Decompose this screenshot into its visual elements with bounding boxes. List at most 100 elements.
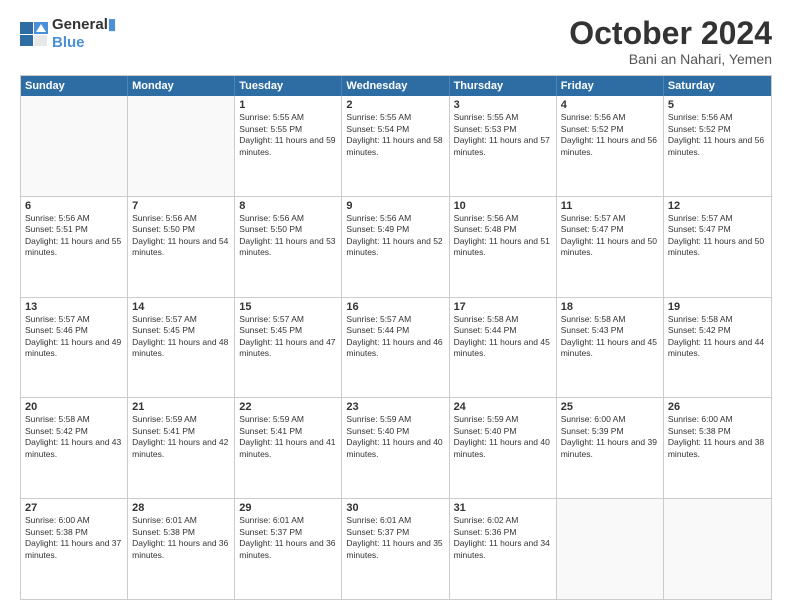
cell-info: Sunrise: 5:57 AMSunset: 5:44 PMDaylight:… — [346, 314, 444, 360]
day-number: 24 — [454, 401, 552, 413]
day-number: 6 — [25, 200, 123, 212]
cell-info: Sunrise: 5:59 AMSunset: 5:41 PMDaylight:… — [239, 414, 337, 460]
cell-info: Sunrise: 6:00 AMSunset: 5:39 PMDaylight:… — [561, 414, 659, 460]
day-number: 23 — [346, 401, 444, 413]
cell-info: Sunrise: 5:59 AMSunset: 5:41 PMDaylight:… — [132, 414, 230, 460]
cal-cell: 13Sunrise: 5:57 AMSunset: 5:46 PMDayligh… — [21, 298, 128, 398]
cell-info: Sunrise: 5:55 AMSunset: 5:53 PMDaylight:… — [454, 112, 552, 158]
header-day-monday: Monday — [128, 76, 235, 96]
day-number: 9 — [346, 200, 444, 212]
logo: General▮ Blue — [20, 16, 116, 52]
cell-info: Sunrise: 5:58 AMSunset: 5:44 PMDaylight:… — [454, 314, 552, 360]
cell-info: Sunrise: 6:00 AMSunset: 5:38 PMDaylight:… — [668, 414, 767, 460]
cal-cell: 30Sunrise: 6:01 AMSunset: 5:37 PMDayligh… — [342, 499, 449, 599]
week-row-5: 27Sunrise: 6:00 AMSunset: 5:38 PMDayligh… — [21, 499, 771, 599]
header-day-thursday: Thursday — [450, 76, 557, 96]
cell-info: Sunrise: 5:58 AMSunset: 5:43 PMDaylight:… — [561, 314, 659, 360]
cal-cell: 11Sunrise: 5:57 AMSunset: 5:47 PMDayligh… — [557, 197, 664, 297]
week-row-2: 6Sunrise: 5:56 AMSunset: 5:51 PMDaylight… — [21, 197, 771, 298]
day-number: 3 — [454, 99, 552, 111]
header-day-friday: Friday — [557, 76, 664, 96]
day-number: 18 — [561, 301, 659, 313]
cal-cell: 17Sunrise: 5:58 AMSunset: 5:44 PMDayligh… — [450, 298, 557, 398]
week-row-3: 13Sunrise: 5:57 AMSunset: 5:46 PMDayligh… — [21, 298, 771, 399]
day-number: 12 — [668, 200, 767, 212]
cal-cell: 24Sunrise: 5:59 AMSunset: 5:40 PMDayligh… — [450, 398, 557, 498]
cell-info: Sunrise: 6:01 AMSunset: 5:37 PMDaylight:… — [239, 515, 337, 561]
cell-info: Sunrise: 5:58 AMSunset: 5:42 PMDaylight:… — [668, 314, 767, 360]
day-number: 31 — [454, 502, 552, 514]
header-day-saturday: Saturday — [664, 76, 771, 96]
day-number: 22 — [239, 401, 337, 413]
day-number: 10 — [454, 200, 552, 212]
logo-icon — [20, 22, 48, 46]
day-number: 14 — [132, 301, 230, 313]
logo-text: General▮ Blue — [52, 16, 116, 52]
day-number: 11 — [561, 200, 659, 212]
header-day-wednesday: Wednesday — [342, 76, 449, 96]
page-header: General▮ Blue October 2024 Bani an Nahar… — [20, 16, 772, 67]
cal-cell: 22Sunrise: 5:59 AMSunset: 5:41 PMDayligh… — [235, 398, 342, 498]
title-block: October 2024 Bani an Nahari, Yemen — [569, 16, 772, 67]
cell-info: Sunrise: 5:57 AMSunset: 5:45 PMDaylight:… — [239, 314, 337, 360]
day-number: 7 — [132, 200, 230, 212]
cell-info: Sunrise: 5:57 AMSunset: 5:47 PMDaylight:… — [561, 213, 659, 259]
day-number: 13 — [25, 301, 123, 313]
day-number: 15 — [239, 301, 337, 313]
cal-cell: 14Sunrise: 5:57 AMSunset: 5:45 PMDayligh… — [128, 298, 235, 398]
cal-cell: 6Sunrise: 5:56 AMSunset: 5:51 PMDaylight… — [21, 197, 128, 297]
cell-info: Sunrise: 6:01 AMSunset: 5:37 PMDaylight:… — [346, 515, 444, 561]
cal-cell — [128, 96, 235, 196]
cal-cell: 3Sunrise: 5:55 AMSunset: 5:53 PMDaylight… — [450, 96, 557, 196]
day-number: 26 — [668, 401, 767, 413]
day-number: 1 — [239, 99, 337, 111]
cell-info: Sunrise: 5:55 AMSunset: 5:55 PMDaylight:… — [239, 112, 337, 158]
cal-cell: 16Sunrise: 5:57 AMSunset: 5:44 PMDayligh… — [342, 298, 449, 398]
day-number: 16 — [346, 301, 444, 313]
cell-info: Sunrise: 5:58 AMSunset: 5:42 PMDaylight:… — [25, 414, 123, 460]
day-number: 19 — [668, 301, 767, 313]
cal-cell: 9Sunrise: 5:56 AMSunset: 5:49 PMDaylight… — [342, 197, 449, 297]
cal-cell: 23Sunrise: 5:59 AMSunset: 5:40 PMDayligh… — [342, 398, 449, 498]
cal-cell — [664, 499, 771, 599]
cell-info: Sunrise: 5:56 AMSunset: 5:50 PMDaylight:… — [239, 213, 337, 259]
cal-cell: 18Sunrise: 5:58 AMSunset: 5:43 PMDayligh… — [557, 298, 664, 398]
day-number: 20 — [25, 401, 123, 413]
calendar: SundayMondayTuesdayWednesdayThursdayFrid… — [20, 75, 772, 600]
cal-cell: 29Sunrise: 6:01 AMSunset: 5:37 PMDayligh… — [235, 499, 342, 599]
cell-info: Sunrise: 5:56 AMSunset: 5:51 PMDaylight:… — [25, 213, 123, 259]
cell-info: Sunrise: 5:56 AMSunset: 5:48 PMDaylight:… — [454, 213, 552, 259]
cell-info: Sunrise: 5:56 AMSunset: 5:50 PMDaylight:… — [132, 213, 230, 259]
day-number: 21 — [132, 401, 230, 413]
cal-cell: 31Sunrise: 6:02 AMSunset: 5:36 PMDayligh… — [450, 499, 557, 599]
cal-cell: 26Sunrise: 6:00 AMSunset: 5:38 PMDayligh… — [664, 398, 771, 498]
calendar-header: SundayMondayTuesdayWednesdayThursdayFrid… — [21, 76, 771, 96]
day-number: 25 — [561, 401, 659, 413]
day-number: 27 — [25, 502, 123, 514]
calendar-body: 1Sunrise: 5:55 AMSunset: 5:55 PMDaylight… — [21, 96, 771, 599]
week-row-1: 1Sunrise: 5:55 AMSunset: 5:55 PMDaylight… — [21, 96, 771, 197]
cal-cell: 21Sunrise: 5:59 AMSunset: 5:41 PMDayligh… — [128, 398, 235, 498]
day-number: 30 — [346, 502, 444, 514]
day-number: 2 — [346, 99, 444, 111]
cal-cell — [557, 499, 664, 599]
day-number: 29 — [239, 502, 337, 514]
cell-info: Sunrise: 5:55 AMSunset: 5:54 PMDaylight:… — [346, 112, 444, 158]
cal-cell: 4Sunrise: 5:56 AMSunset: 5:52 PMDaylight… — [557, 96, 664, 196]
cal-cell: 1Sunrise: 5:55 AMSunset: 5:55 PMDaylight… — [235, 96, 342, 196]
day-number: 4 — [561, 99, 659, 111]
month-title: October 2024 — [569, 16, 772, 51]
day-number: 28 — [132, 502, 230, 514]
location: Bani an Nahari, Yemen — [569, 51, 772, 67]
header-day-tuesday: Tuesday — [235, 76, 342, 96]
cal-cell: 27Sunrise: 6:00 AMSunset: 5:38 PMDayligh… — [21, 499, 128, 599]
cal-cell: 8Sunrise: 5:56 AMSunset: 5:50 PMDaylight… — [235, 197, 342, 297]
cell-info: Sunrise: 5:56 AMSunset: 5:52 PMDaylight:… — [668, 112, 767, 158]
cell-info: Sunrise: 6:02 AMSunset: 5:36 PMDaylight:… — [454, 515, 552, 561]
cell-info: Sunrise: 6:00 AMSunset: 5:38 PMDaylight:… — [25, 515, 123, 561]
day-number: 8 — [239, 200, 337, 212]
cell-info: Sunrise: 5:56 AMSunset: 5:49 PMDaylight:… — [346, 213, 444, 259]
day-number: 5 — [668, 99, 767, 111]
cal-cell: 5Sunrise: 5:56 AMSunset: 5:52 PMDaylight… — [664, 96, 771, 196]
cell-info: Sunrise: 5:59 AMSunset: 5:40 PMDaylight:… — [454, 414, 552, 460]
